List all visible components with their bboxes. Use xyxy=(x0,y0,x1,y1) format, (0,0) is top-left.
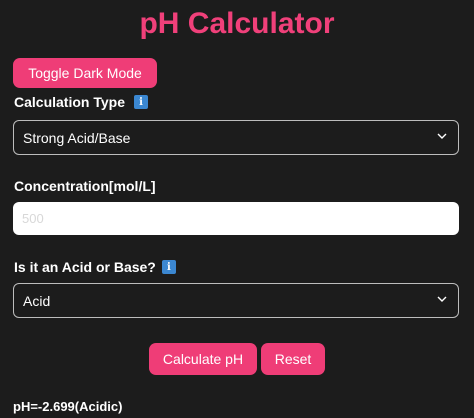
calculate-ph-button[interactable]: Calculate pH xyxy=(149,343,257,375)
concentration-label: Concentration[mol/L] xyxy=(14,178,156,194)
info-icon[interactable]: i xyxy=(133,95,148,109)
concentration-input[interactable] xyxy=(13,202,459,235)
calculation-type-label: Calculation Type xyxy=(14,94,125,110)
chevron-down-icon xyxy=(437,296,447,302)
toggle-dark-mode-button[interactable]: Toggle Dark Mode xyxy=(13,58,157,88)
calculation-type-select[interactable]: Strong Acid/Base xyxy=(13,120,459,155)
page-title: pH Calculator xyxy=(139,7,335,40)
calculation-type-label-row: Calculation Type i xyxy=(14,94,148,110)
concentration-label-row: Concentration[mol/L] xyxy=(14,178,156,194)
chevron-down-icon xyxy=(437,133,447,139)
calculation-type-selected-value: Strong Acid/Base xyxy=(23,129,131,146)
acid-or-base-select[interactable]: Acid xyxy=(13,283,459,318)
reset-button[interactable]: Reset xyxy=(261,343,325,375)
acid-or-base-label: Is it an Acid or Base? xyxy=(14,259,156,275)
acid-or-base-label-row: Is it an Acid or Base? i xyxy=(14,259,176,275)
result-text: pH=-2.699(Acidic) xyxy=(13,399,123,414)
acid-or-base-selected-value: Acid xyxy=(23,292,51,309)
info-icon[interactable]: i xyxy=(161,260,176,274)
page: pH Calculator Toggle Dark Mode Calculati… xyxy=(0,0,474,418)
